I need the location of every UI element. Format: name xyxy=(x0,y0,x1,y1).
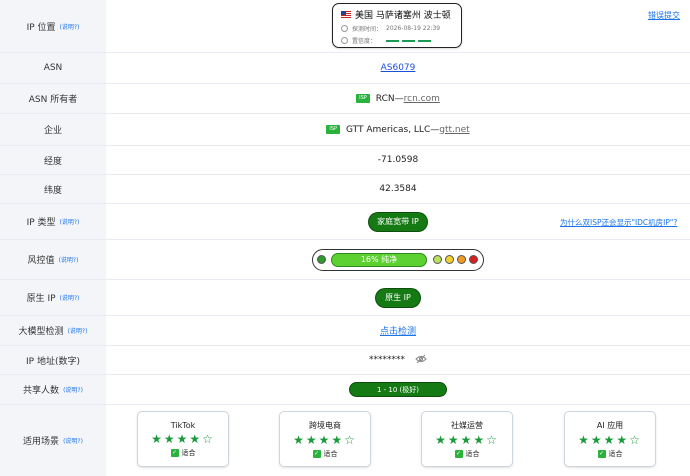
shared-users-help-link[interactable]: (说明?) xyxy=(63,385,83,394)
scenario-name: 社媒运营 xyxy=(451,420,483,430)
native-ip-help-link[interactable]: (说明?) xyxy=(60,293,80,302)
eye-off-icon[interactable] xyxy=(415,354,427,367)
isp-tag-badge: ISP xyxy=(356,94,370,103)
risk-level-dot xyxy=(457,255,466,264)
row-ip-number: IP 地址(数字) ******** xyxy=(0,346,690,375)
row-latitude: 纬度 42.3584 xyxy=(0,175,690,204)
click-detect-link[interactable]: 点击检测 xyxy=(380,324,416,337)
risk-level-dot xyxy=(469,255,478,264)
row-shared-users: 共享人数 (说明?) 1 - 10 (极好) xyxy=(0,375,690,405)
ip-type-label: IP 类型 xyxy=(26,218,56,228)
native-ip-label: 原生 IP xyxy=(26,294,56,304)
row-ip-type: IP 类型 (说明?) 家庭宽带 IP 为什么双ISP还会显示"IDC机房IP"? xyxy=(0,204,690,240)
asn-owner-name: RCN— xyxy=(375,93,404,104)
asn-owner-label: ASN 所有者 xyxy=(28,95,78,105)
company-name: GTT Americas, LLC— xyxy=(346,124,440,135)
suitable-label: 适合 xyxy=(323,449,338,458)
latitude-label: 纬度 xyxy=(43,185,62,196)
longitude-value: -71.0598 xyxy=(377,155,419,165)
ip-location-label: IP 位置 xyxy=(26,22,56,33)
asn-owner-domain-link[interactable]: rcn.com xyxy=(404,94,440,104)
llm-check-label: 大模型检测 xyxy=(18,327,64,337)
location-city: 美国 马萨诸塞州 波士顿 xyxy=(355,11,451,21)
scenario-card-ai: AI 应用 ★★★★☆ ✓ 适合 xyxy=(564,411,656,467)
rating-stars: ★★★★☆ xyxy=(151,431,215,446)
risk-level-dot xyxy=(317,255,326,264)
asn-label: ASN xyxy=(43,63,63,73)
scenarios-label: 适用场景 xyxy=(23,437,60,447)
suitable-label: 适合 xyxy=(608,449,623,458)
row-company: 企业 ISP GTT Americas, LLC— gtt.net xyxy=(0,114,690,146)
scenario-name: AI 应用 xyxy=(596,420,624,430)
ip-type-help-link[interactable]: (说明?) xyxy=(60,217,80,226)
row-asn: ASN AS6079 xyxy=(0,53,690,84)
ip-location-help-link[interactable]: (说明?) xyxy=(60,22,80,31)
row-longitude: 经度 -71.0598 xyxy=(0,146,690,175)
row-asn-owner: ASN 所有者 ISP RCN— rcn.com xyxy=(0,84,690,114)
llm-check-help-link[interactable]: (说明?) xyxy=(68,326,88,335)
probe-time-value: 2026-08-19 22:39 xyxy=(386,25,441,32)
rating-stars: ★★★★☆ xyxy=(435,432,499,447)
scenario-card-social: 社媒运营 ★★★★☆ ✓ 适合 xyxy=(421,411,513,467)
rating-stars: ★★★★☆ xyxy=(293,432,357,447)
ip-type-badge: 家庭宽带 IP xyxy=(369,212,427,231)
risk-help-link[interactable]: (说明?) xyxy=(59,255,79,264)
probe-time-label: 探测时间： xyxy=(352,26,383,33)
company-domain-link[interactable]: gtt.net xyxy=(439,125,469,135)
confidence-label: 置信度： xyxy=(352,38,377,45)
clock-icon xyxy=(341,25,348,32)
us-flag-icon xyxy=(341,11,351,18)
row-ip-location: IP 位置 (说明?) 美国 马萨诸塞州 波士顿 探测时间： 2026-08-19 … xyxy=(0,0,690,53)
risk-level-dot xyxy=(433,255,442,264)
risk-meter: 16% 纯净 xyxy=(312,248,484,271)
ip-number-masked: ******** xyxy=(369,355,405,365)
shield-check-icon xyxy=(341,37,348,44)
check-icon: ✓ xyxy=(597,449,606,458)
shared-users-badge: 1 - 10 (极好) xyxy=(350,383,446,396)
isp-tag-badge: ISP xyxy=(326,125,341,134)
longitude-label: 经度 xyxy=(43,156,62,167)
report-error-link[interactable]: 错误提交 xyxy=(648,10,680,21)
suitable-label: 适合 xyxy=(465,449,480,458)
scenario-name: 跨境电商 xyxy=(309,420,341,430)
risk-label: 风控值 xyxy=(27,256,55,266)
scenario-name: TikTok xyxy=(170,420,196,430)
check-icon: ✓ xyxy=(454,449,463,458)
rating-stars: ★★★★☆ xyxy=(578,432,642,447)
ip-number-label: IP 地址(数字) xyxy=(26,356,80,367)
scenarios-help-link[interactable]: (说明?) xyxy=(63,436,83,445)
scenario-card-tiktok: TikTok ★★★★☆ ✓ 适合 xyxy=(137,411,229,467)
location-card: 美国 马萨诸塞州 波士顿 探测时间： 2026-08-19 22:39 置信度： xyxy=(332,3,462,48)
risk-score-bar: 16% 纯净 xyxy=(331,252,427,267)
suitable-label: 适合 xyxy=(181,448,196,457)
confidence-bars xyxy=(386,39,432,42)
asn-link[interactable]: AS6079 xyxy=(381,63,416,73)
row-native-ip: 原生 IP (说明?) 原生 IP xyxy=(0,280,690,316)
company-label: 企业 xyxy=(43,126,62,136)
shared-users-label: 共享人数 xyxy=(23,386,60,396)
row-llm-check: 大模型检测 (说明?) 点击检测 xyxy=(0,316,690,346)
latitude-value: 42.3584 xyxy=(379,184,417,194)
check-icon: ✓ xyxy=(312,449,321,458)
check-icon: ✓ xyxy=(170,448,179,457)
risk-level-dot xyxy=(445,255,454,264)
scenario-card-ecommerce: 跨境电商 ★★★★☆ ✓ 适合 xyxy=(279,411,371,467)
row-risk: 风控值 (说明?) 16% 纯净 xyxy=(0,240,690,280)
native-ip-badge: 原生 IP xyxy=(376,288,420,307)
why-idc-link[interactable]: 为什么双ISP还会显示"IDC机房IP"? xyxy=(560,217,677,228)
row-scenarios: 适用场景 (说明?) TikTok ★★★★☆ ✓ 适合 跨境电商 ★★★★☆ ✓ 适… xyxy=(0,405,690,476)
